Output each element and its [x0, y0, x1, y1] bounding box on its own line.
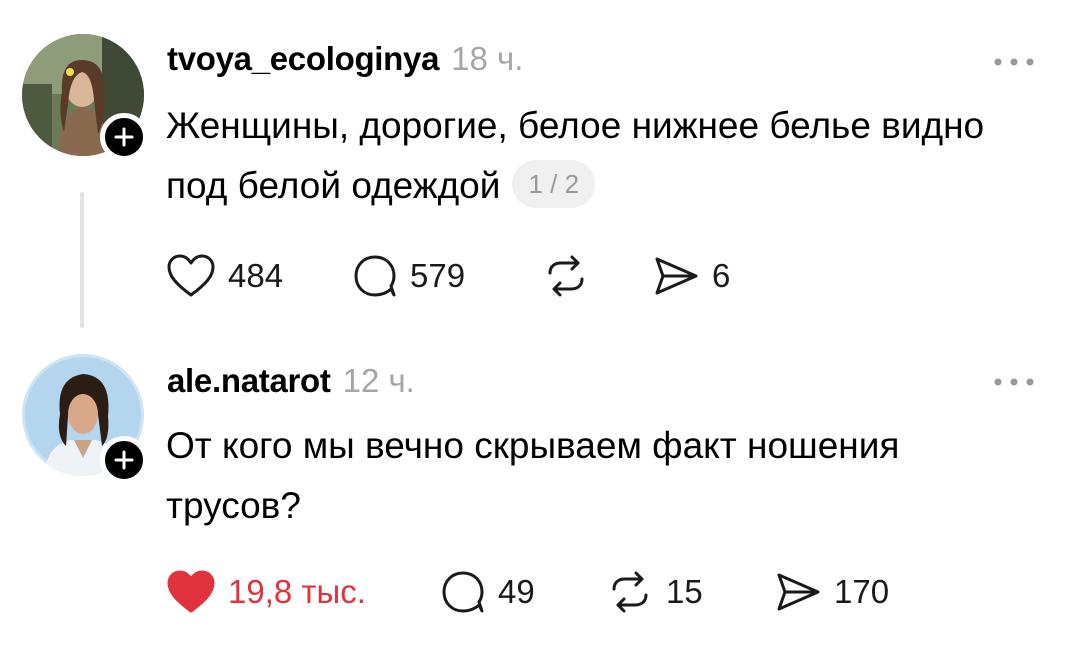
like-count: 484 [228, 257, 284, 294]
page-indicator: 1 / 2 [512, 160, 596, 209]
speech-bubble-icon [442, 571, 484, 613]
plus-icon [114, 450, 134, 470]
post-text-container: От кого мы вечно скрываем факт ношения т… [166, 416, 1026, 536]
share-count: 6 [712, 257, 731, 294]
username[interactable]: ale.natarot [167, 362, 331, 400]
post: tvoya_ecologinya 18 ч. Женщины, дорогие,… [0, 0, 1080, 340]
speech-bubble-icon [354, 255, 396, 297]
username[interactable]: tvoya_ecologinya [167, 40, 439, 78]
post-header: tvoya_ecologinya 18 ч. [167, 40, 523, 78]
reply-button[interactable]: 579 [352, 250, 542, 302]
post-header: ale.natarot 12 ч. [167, 362, 415, 400]
follow-button[interactable] [100, 436, 148, 484]
thread-line [80, 192, 84, 328]
post-text-container: Женщины, дорогие, белое нижнее белье вид… [166, 96, 1026, 216]
repost-count: 15 [666, 573, 703, 610]
share-count: 170 [834, 573, 890, 610]
more-horizontal-icon[interactable] [992, 56, 1036, 68]
share-button[interactable]: 170 [774, 566, 914, 618]
more-horizontal-icon[interactable] [992, 376, 1036, 388]
like-button[interactable]: 484 [166, 250, 352, 302]
post-text: От кого мы вечно скрываем факт ношения т… [166, 425, 900, 526]
plus-icon [114, 127, 134, 147]
paper-plane-icon [777, 573, 820, 611]
repost-arrows-icon [548, 255, 584, 297]
repost-arrows-icon [612, 571, 648, 613]
paper-plane-icon [655, 257, 698, 295]
follow-button[interactable] [100, 113, 148, 161]
share-button[interactable]: 6 [652, 250, 772, 302]
heart-icon [167, 570, 215, 613]
post: ale.natarot 12 ч. От кого мы вечно скрыв… [0, 340, 1080, 660]
like-button[interactable]: 19,8 тыс. [166, 566, 440, 618]
reply-count: 49 [498, 573, 535, 610]
reply-button[interactable]: 49 [440, 566, 606, 618]
post-time: 12 ч. [342, 362, 415, 399]
post-actions: 484 579 6 [166, 250, 772, 302]
post-actions: 19,8 тыс. 49 15 170 [166, 566, 914, 618]
repost-button[interactable]: 15 [606, 566, 774, 618]
reply-count: 579 [410, 257, 466, 294]
post-time: 18 ч. [451, 40, 524, 77]
repost-button[interactable] [542, 250, 652, 302]
like-count: 19,8 тыс. [228, 573, 366, 610]
heart-icon [167, 254, 215, 297]
